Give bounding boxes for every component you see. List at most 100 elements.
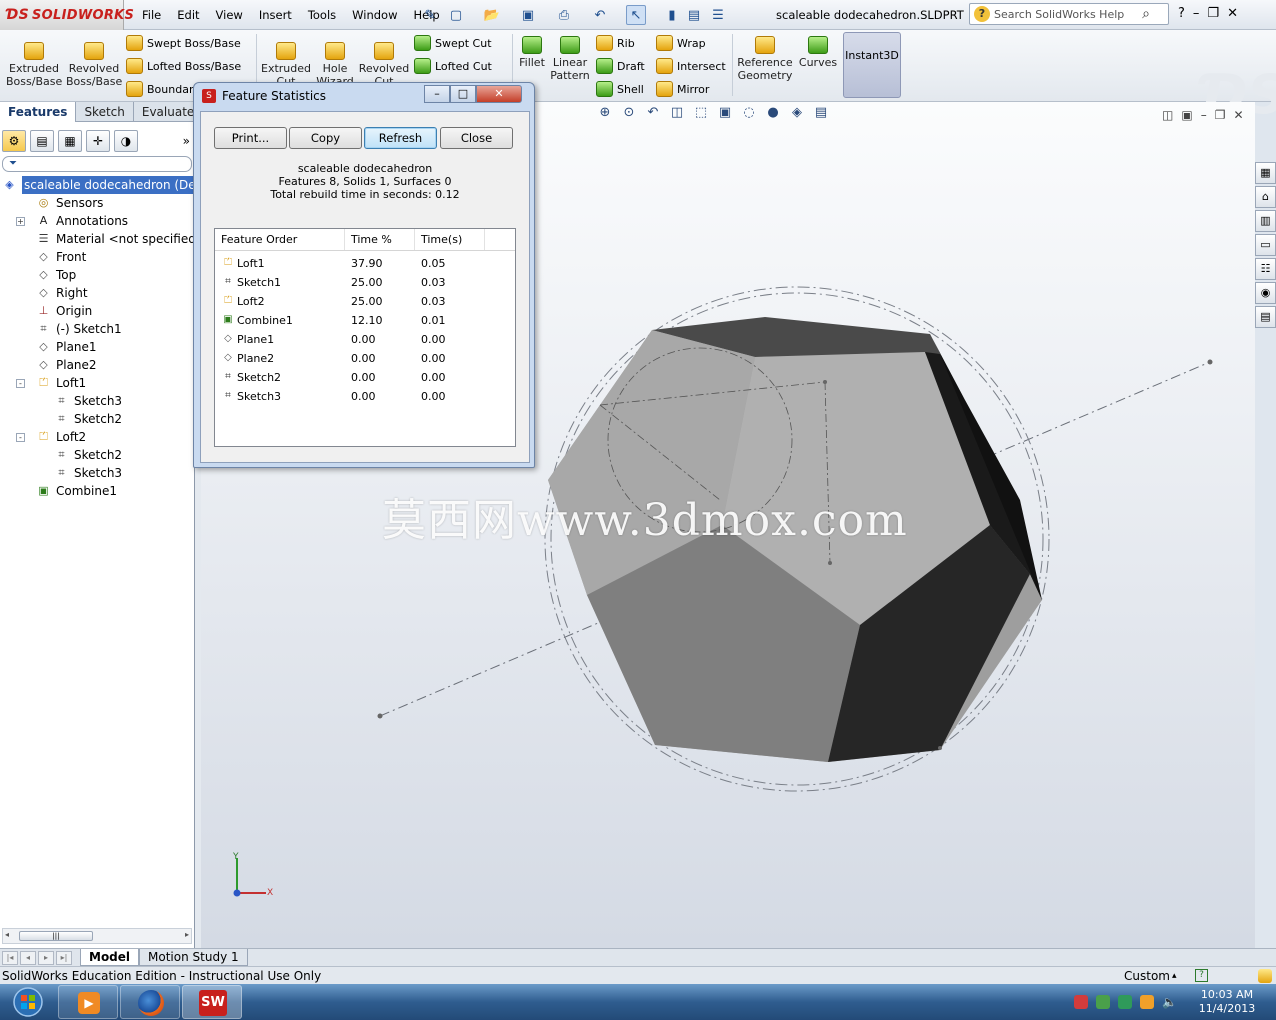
list-row[interactable]: ▣ Combine1 12.10 0.01 xyxy=(215,311,515,330)
property-manager-icon[interactable]: ▤ xyxy=(30,130,54,152)
pin-icon[interactable]: ✎ xyxy=(420,5,440,25)
menu-insert[interactable]: Insert xyxy=(251,7,300,23)
instant3d-button[interactable]: Instant3D xyxy=(843,32,901,98)
feature-statistics-list[interactable]: Feature Order Time % Time(s) ⏍ Loft1 37.90… xyxy=(214,228,516,447)
tree-item[interactable]: ▣ Combine1 xyxy=(0,482,194,500)
menu-window[interactable]: Window xyxy=(344,7,405,23)
tab-sketch[interactable]: Sketch xyxy=(76,102,134,122)
list-row[interactable]: ◇ Plane1 0.00 0.00 xyxy=(215,330,515,349)
list-row[interactable]: ⏍ Loft2 25.00 0.03 xyxy=(215,292,515,311)
tree-item[interactable]: + A Annotations xyxy=(0,212,194,230)
list-row[interactable]: ⌗ Sketch2 0.00 0.00 xyxy=(215,368,515,387)
tree-item[interactable]: - ⏍ Loft1 xyxy=(0,374,194,392)
configuration-manager-icon[interactable]: ▦ xyxy=(58,130,82,152)
viewport-close-icon[interactable]: ✕ xyxy=(1233,108,1243,122)
first-tab-icon[interactable]: |◂ xyxy=(2,950,18,965)
tree-item[interactable]: ⊥ Origin xyxy=(0,302,194,320)
tray-app-icon[interactable] xyxy=(1140,995,1154,1009)
intersect-button[interactable]: Intersect xyxy=(656,58,726,74)
lofted-cut-button[interactable]: Lofted Cut xyxy=(414,58,492,74)
minimize-icon[interactable]: – xyxy=(1193,6,1200,21)
tree-item[interactable]: ◎ Sensors xyxy=(0,194,194,212)
close-icon[interactable]: ✕ xyxy=(1227,6,1238,21)
horizontal-scrollbar[interactable]: ◂ ||| ▸ xyxy=(2,928,192,944)
undo-icon[interactable]: ↶ xyxy=(590,5,610,25)
help-icon[interactable]: ? xyxy=(1178,6,1185,21)
tree-item[interactable]: ⌗ Sketch2 xyxy=(0,410,194,428)
boundary-boss-button[interactable]: Boundary xyxy=(126,81,200,97)
tree-item[interactable]: ⌗ Sketch3 xyxy=(0,392,194,410)
extruded-boss-button[interactable]: Extruded Boss/Base xyxy=(6,42,62,88)
tree-item[interactable]: ◇ Plane1 xyxy=(0,338,194,356)
rebuild-icon[interactable]: ▮ xyxy=(662,5,682,25)
column-time-percent[interactable]: Time % xyxy=(345,229,415,250)
close-button[interactable]: Close xyxy=(440,127,513,149)
scroll-thumb[interactable]: ||| xyxy=(19,931,93,941)
last-tab-icon[interactable]: ▸| xyxy=(56,950,72,965)
units-selector[interactable]: Custom xyxy=(1124,967,1170,985)
split-view-icon[interactable]: ◫ xyxy=(1162,108,1173,122)
mirror-button[interactable]: Mirror xyxy=(656,81,709,97)
clock[interactable]: 10:03 AM 11/4/2013 xyxy=(1196,988,1258,1016)
viewport-restore-icon[interactable]: ❐ xyxy=(1215,108,1226,122)
viewport-minimize-icon[interactable]: – xyxy=(1201,108,1207,122)
rebuild-status-icon[interactable] xyxy=(1258,969,1272,983)
rib-button[interactable]: Rib xyxy=(596,35,635,51)
file-properties-icon[interactable]: ▤ xyxy=(684,5,704,25)
list-row[interactable]: ⌗ Sketch3 0.00 0.00 xyxy=(215,387,515,406)
lofted-boss-button[interactable]: Lofted Boss/Base xyxy=(126,58,241,74)
start-button[interactable] xyxy=(6,986,50,1018)
update-icon[interactable] xyxy=(1118,995,1132,1009)
save-icon[interactable]: ▣ xyxy=(518,5,538,25)
tree-item[interactable]: ◇ Right xyxy=(0,284,194,302)
dimxpert-icon[interactable]: ✛ xyxy=(86,130,110,152)
tab-motion-study[interactable]: Motion Study 1 xyxy=(139,949,248,966)
scroll-right-icon[interactable]: ▸ xyxy=(185,930,189,939)
view-palette-icon[interactable]: ☷ xyxy=(1255,258,1276,280)
apply-scene-icon[interactable]: ◈ xyxy=(788,104,806,122)
column-time-seconds[interactable]: Time(s) xyxy=(415,229,485,250)
new-document-icon[interactable]: ▢ xyxy=(446,5,466,25)
volume-icon[interactable]: 🔈 xyxy=(1162,995,1177,1009)
solidworks-resources-icon[interactable]: ▦ xyxy=(1255,162,1276,184)
list-row[interactable]: ⏍ Loft1 37.90 0.05 xyxy=(215,254,515,273)
tab-model[interactable]: Model xyxy=(80,949,140,966)
menu-tools[interactable]: Tools xyxy=(300,7,344,23)
tree-item[interactable]: ◇ Plane2 xyxy=(0,356,194,374)
design-library-icon[interactable]: ▥ xyxy=(1255,210,1276,232)
zoom-to-area-icon[interactable]: ⊙ xyxy=(620,104,638,122)
print-button[interactable]: Print... xyxy=(214,127,287,149)
list-row[interactable]: ◇ Plane2 0.00 0.00 xyxy=(215,349,515,368)
restore-icon[interactable]: ❐ xyxy=(1207,6,1219,21)
options-icon[interactable]: ☰ xyxy=(708,5,728,25)
dialog-maximize-icon[interactable]: □ xyxy=(450,85,476,103)
display-manager-icon[interactable]: ◑ xyxy=(114,130,138,152)
collapse-icon[interactable]: - xyxy=(16,379,25,388)
curves-button[interactable]: Curves xyxy=(798,36,838,69)
display-style-icon[interactable]: ▣ xyxy=(716,104,734,122)
menu-edit[interactable]: Edit xyxy=(169,7,207,23)
search-input[interactable]: ? Search SolidWorks Help ⌕ xyxy=(969,3,1169,25)
viewport-toggle-icon[interactable]: ▣ xyxy=(1181,108,1192,122)
view-orientation-icon[interactable]: ⬚ xyxy=(692,104,710,122)
swept-boss-button[interactable]: Swept Boss/Base xyxy=(126,35,241,51)
tree-item[interactable]: ◇ Top xyxy=(0,266,194,284)
media-player-button[interactable]: ▶ xyxy=(58,985,118,1019)
copy-button[interactable]: Copy xyxy=(289,127,362,149)
antivirus-icon[interactable] xyxy=(1074,995,1088,1009)
wrap-button[interactable]: Wrap xyxy=(656,35,706,51)
linear-pattern-button[interactable]: Linear Pattern xyxy=(548,36,592,82)
tree-item[interactable]: ◇ Front xyxy=(0,248,194,266)
hide-show-items-icon[interactable]: ◌ xyxy=(740,104,758,122)
tree-item[interactable]: - ⏍ Loft2 xyxy=(0,428,194,446)
shell-button[interactable]: Shell xyxy=(596,81,644,97)
tree-filter-input[interactable]: ⏷ xyxy=(2,156,192,172)
view-settings-icon[interactable]: ▤ xyxy=(812,104,830,122)
solidworks-taskbar-button[interactable]: SW xyxy=(182,985,242,1019)
menu-file[interactable]: File xyxy=(134,7,169,23)
tab-features[interactable]: Features xyxy=(0,102,77,122)
search-icon[interactable]: ⌕ xyxy=(1142,6,1150,22)
quick-help-icon[interactable]: ? xyxy=(1195,969,1208,982)
refresh-button[interactable]: Refresh xyxy=(364,127,437,149)
swept-cut-button[interactable]: Swept Cut xyxy=(414,35,492,51)
